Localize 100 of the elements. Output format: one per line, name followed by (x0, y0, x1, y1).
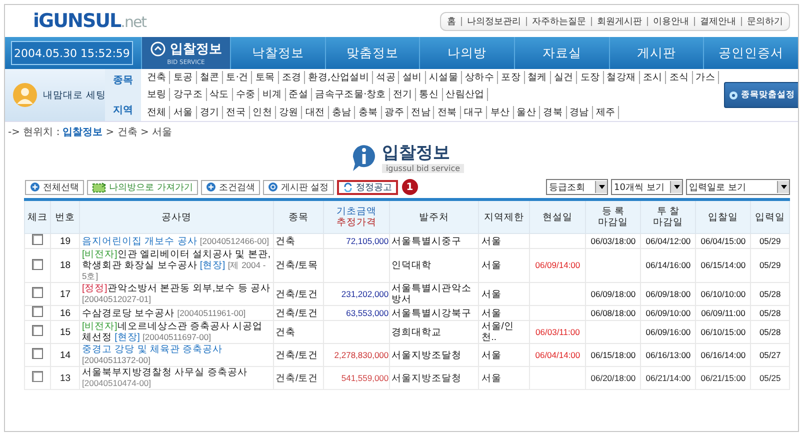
table-cell: 18 (50, 248, 80, 282)
top-link[interactable]: 결제안내 (700, 14, 736, 28)
category-link[interactable]: 비계 (259, 88, 286, 101)
category-link[interactable]: 경남 (566, 106, 593, 119)
category-link[interactable]: 준설 (286, 88, 312, 101)
category-link[interactable]: 경기 (196, 106, 224, 119)
top-link[interactable]: 이용안내 (653, 14, 689, 28)
group-label: 지역 (113, 104, 133, 117)
table-cell: 06/10/15:00 (696, 320, 751, 344)
category-link[interactable]: 산림산업 (442, 88, 488, 101)
top-link[interactable]: 자주하는질문 (532, 14, 586, 28)
category-link[interactable]: 철강재 (604, 71, 640, 84)
category-link[interactable]: 서울 (170, 106, 197, 119)
dropdown[interactable]: 입력일로 보기 (686, 179, 790, 195)
category-link[interactable]: 전국 (223, 106, 250, 119)
page-title: 입찰정보 (382, 142, 451, 164)
top-link[interactable]: 홈 (447, 14, 456, 28)
category-link[interactable]: 상하수 (462, 71, 498, 84)
category-link[interactable]: 광주 (382, 106, 408, 119)
category-link[interactable]: 경북 (540, 106, 566, 119)
category-link[interactable]: 강원 (276, 106, 302, 119)
project-name[interactable]: 음지어린이집 개보수 공사 [20040512466-00] (80, 234, 274, 248)
custom-setting-button[interactable]: 종목맞춤설정 (724, 82, 798, 108)
toolbar-button[interactable]: 전체선택 (25, 180, 84, 194)
project-name[interactable]: 서울북부지방경찰청 사무실 증축공사 [20040510474-00] (80, 366, 274, 390)
table-cell: 06/09/16:00 (640, 320, 696, 344)
category-link[interactable]: 수중 (232, 88, 260, 101)
project-name[interactable]: [비전자]인관 엘리베이터 설치공사 및 본관, 학생회관 화장실 보수공사 [현장] [제 2004 - 5호] (80, 248, 274, 282)
toolbar-button[interactable]: 나의방으로 가져가기 (87, 180, 198, 194)
category-link[interactable]: 조식 (666, 71, 693, 84)
category-link[interactable]: 전남 (408, 106, 434, 119)
category-link[interactable]: 충북 (355, 106, 382, 119)
toolbar-button[interactable]: 정정공고 (336, 180, 398, 194)
table-cell: 14 (50, 344, 80, 366)
category-link[interactable]: 석공 (373, 71, 400, 84)
site-logo[interactable]: iGUNSUL.net (33, 10, 146, 32)
row-checkbox[interactable] (32, 234, 44, 245)
table-cell: 06/08/18:00 (586, 306, 641, 320)
toolbar-button[interactable]: 게시판 설정 (262, 180, 334, 194)
top-link[interactable]: 회원게시판 (597, 14, 642, 28)
table-cell: 06/09/14:00 (530, 248, 586, 282)
row-checkbox[interactable] (32, 306, 44, 317)
project-name[interactable]: [비전자]네오르네상스관 증축공사 시공업체선정 [현장] [20040511697-00] (80, 320, 274, 344)
row-checkbox[interactable] (32, 325, 44, 336)
category-link[interactable]: 철콘 (196, 71, 224, 84)
top-link[interactable]: 나의정보관리 (467, 14, 521, 28)
column-header: 공사명 (80, 200, 274, 234)
category-link[interactable]: 토공 (170, 71, 197, 84)
table-cell: 서울 (478, 234, 530, 248)
category-link[interactable]: 전체 (144, 106, 170, 119)
table-cell: 06/09/10:00 (640, 306, 696, 320)
category-link[interactable]: 삭도 (206, 88, 233, 101)
plus-icon (206, 182, 216, 192)
category-link[interactable]: 금속구조물·창호 (312, 88, 390, 101)
category-link[interactable]: 조시 (640, 71, 666, 84)
category-link[interactable]: 대전 (302, 106, 329, 119)
column-header: 입력일 (750, 200, 790, 234)
my-setting-panel[interactable]: 내맘대로 세팅 (5, 69, 105, 121)
category-link[interactable]: 전기 (390, 88, 416, 101)
category-link[interactable]: 건축 (144, 71, 170, 84)
category-link[interactable]: 조경 (278, 71, 306, 84)
row-checkbox[interactable] (32, 371, 44, 382)
category-link[interactable]: 토목 (252, 71, 279, 84)
category-link[interactable]: 환경,산업설비 (305, 71, 374, 84)
toolbar-button[interactable]: 조건검색 (200, 180, 260, 194)
row-checkbox[interactable] (32, 258, 44, 270)
category-link[interactable]: 설비 (399, 71, 426, 84)
category-link[interactable]: 충남 (328, 106, 356, 119)
table-cell: 06/09/18:00 (640, 282, 696, 306)
category-link[interactable]: 전북 (434, 106, 461, 119)
category-link[interactable]: 가스 (692, 71, 720, 84)
category-link[interactable]: 포장 (498, 71, 525, 84)
refresh-icon (342, 182, 353, 192)
table-cell: 서울 (478, 344, 530, 366)
category-link[interactable]: 강구조 (170, 88, 207, 101)
table-cell: 건축/토건 (273, 366, 324, 390)
category-link[interactable]: 토·건 (223, 71, 252, 84)
category-link[interactable]: 인천 (250, 106, 276, 119)
table-cell: 건축/토목 (273, 248, 324, 282)
category-link[interactable]: 보링 (144, 88, 170, 101)
category-link[interactable]: 도장 (577, 71, 604, 84)
category-link[interactable]: 부산 (487, 106, 514, 119)
table-cell: 06/15/14:00 (696, 248, 751, 282)
project-name[interactable]: 중경고 강당 및 체육관 증축공사 [20040511372-00] (80, 344, 274, 366)
category-link[interactable]: 울산 (514, 106, 540, 119)
project-name[interactable]: 수삼경로당 보수공사 [20040511961-00] (80, 306, 274, 320)
row-checkbox[interactable] (32, 287, 44, 298)
breadcrumb-link[interactable]: 입찰정보 (62, 125, 103, 139)
caret-icon (674, 185, 680, 189)
category-link[interactable]: 시설물 (426, 71, 462, 84)
dropdown[interactable]: 10개씩 보기 (611, 179, 683, 195)
row-checkbox[interactable] (32, 348, 44, 359)
dropdown[interactable]: 등급조회 (546, 179, 608, 195)
top-link[interactable]: 문의하기 (747, 14, 783, 28)
category-link[interactable]: 제주 (592, 106, 620, 119)
project-name[interactable]: [정정]관악소방서 본관동 외부,보수 등 공사 [20040512027-01] (80, 282, 274, 306)
category-link[interactable]: 철케 (524, 71, 551, 84)
category-link[interactable]: 통신 (416, 88, 443, 101)
category-link[interactable]: 실건 (550, 71, 578, 84)
category-link[interactable]: 대구 (460, 106, 488, 119)
